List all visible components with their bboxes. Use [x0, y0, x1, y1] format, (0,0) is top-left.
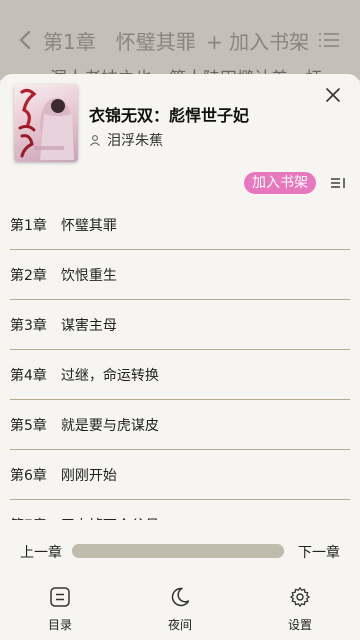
chapter-name: 就是要与虎谋皮	[60, 417, 159, 434]
chapter-number: 第3章	[10, 317, 47, 334]
book-title: 衣锦无双：彪悍世子妃	[89, 106, 250, 125]
close-icon[interactable]	[322, 84, 344, 106]
progress-slider[interactable]	[72, 544, 284, 558]
moon-icon	[171, 587, 190, 607]
chapter-item[interactable]: 第7章 天上掉下个父母	[10, 500, 350, 521]
chapter-number: 第4章	[10, 367, 47, 384]
chapter-name: 过继，命运转换	[60, 367, 159, 384]
chapter-name: 刚刚开始	[60, 467, 117, 484]
chapter-progress: 上一章 下一章	[0, 540, 360, 564]
menu-list-icon[interactable]	[318, 31, 340, 49]
reader-add-shelf[interactable]: + 加入书架	[206, 26, 309, 55]
chapter-item[interactable]: 第4章 过继，命运转换	[10, 350, 350, 400]
chapter-number: 第1章	[10, 217, 47, 234]
back-arrow-icon[interactable]	[14, 28, 36, 52]
reader-chapter-title: 第1章 怀璧其罪	[43, 30, 196, 54]
catalog-icon	[50, 587, 70, 607]
nav-night-mode[interactable]: 夜间	[150, 586, 210, 636]
chapter-name: 谋害主母	[60, 317, 117, 334]
nav-catalog[interactable]: 目录	[30, 586, 90, 636]
chapter-item[interactable]: 第6章 刚刚开始	[10, 450, 350, 500]
next-chapter-button[interactable]: 下一章	[298, 542, 340, 562]
prev-chapter-button[interactable]: 上一章	[20, 542, 62, 562]
chapter-number: 第6章	[10, 467, 47, 484]
nav-night-label: 夜间	[167, 618, 192, 632]
chapter-name: 怀璧其罪	[60, 217, 117, 234]
gear-icon	[290, 587, 310, 607]
chapter-number: 第2章	[10, 267, 47, 284]
sort-list-icon[interactable]	[330, 175, 346, 191]
chapter-name: 饮恨重生	[60, 267, 117, 284]
author-row: 泪浮朱蕉	[89, 131, 163, 149]
nav-settings[interactable]: 设置	[270, 586, 330, 636]
chapter-number: 第7章	[10, 515, 47, 521]
add-to-shelf-button[interactable]: 加入书架	[244, 172, 316, 194]
progress-slider-fill	[72, 544, 284, 558]
nav-settings-label: 设置	[287, 618, 312, 632]
chapter-item[interactable]: 第3章 谋害主母	[10, 300, 350, 350]
book-author: 泪浮朱蕉	[107, 133, 163, 149]
chapter-list: 第1章 怀璧其罪 第2章 饮恨重生 第3章 谋害主母 第4章 过继，命运转换 第5章 就是要与虎谋…	[10, 200, 350, 520]
nav-catalog-label: 目录	[47, 618, 72, 632]
cover-art	[18, 88, 74, 160]
catalog-sheet: 衣锦无双：彪悍世子妃 泪浮朱蕉 加入书架 第1章 怀璧其罪 第2章 饮恨重生 第3章 谋害…	[0, 74, 360, 640]
chapter-item[interactable]: 第5章 就是要与虎谋皮	[10, 400, 350, 450]
reader-header: 第1章 怀璧其罪 + 加入书架 漏人老妹之也，第人陆田㯝计差，杆	[0, 0, 360, 89]
bottom-nav: 目录 夜间 设置	[0, 584, 360, 640]
person-icon	[90, 135, 100, 146]
chapter-name: 天上掉下个父母	[61, 515, 159, 521]
chapter-number: 第5章	[10, 417, 47, 434]
chapter-item[interactable]: 第1章 怀璧其罪	[10, 200, 350, 250]
book-cover	[14, 84, 78, 162]
chapter-item[interactable]: 第2章 饮恨重生	[10, 250, 350, 300]
